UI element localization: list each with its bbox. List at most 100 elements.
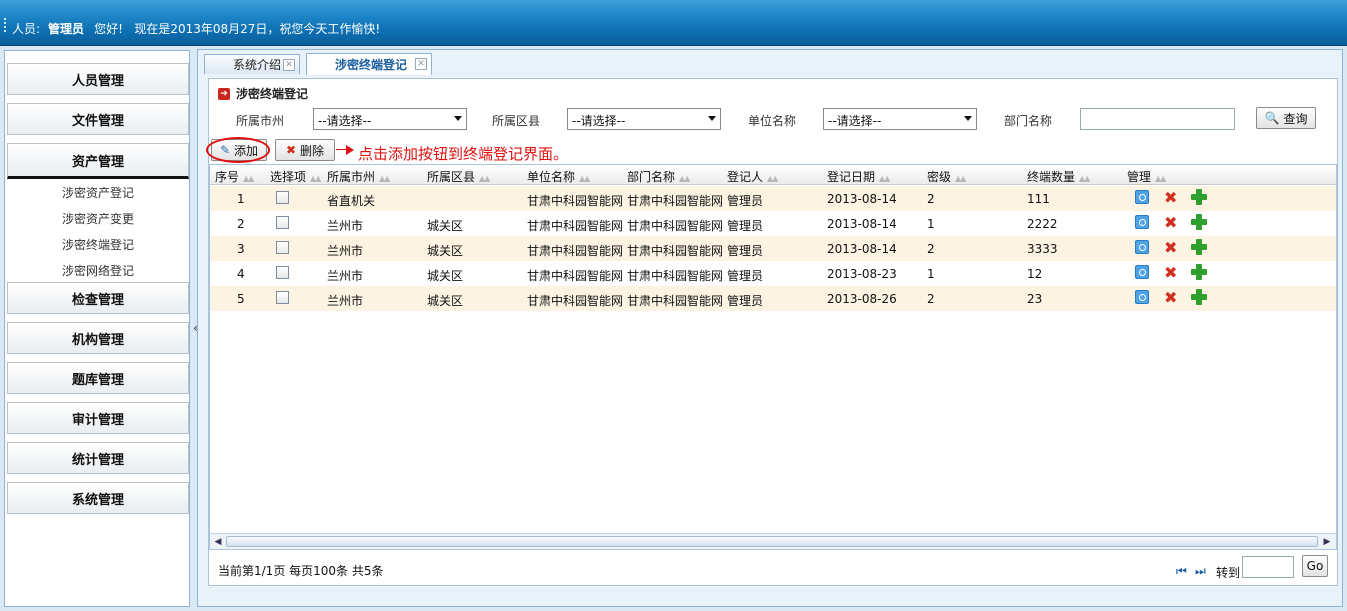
col-header[interactable]: 密级 ▲▲ [927,168,966,185]
col-header[interactable]: 登记日期 ▲▲ [827,168,890,185]
col-header[interactable]: 序号 ▲▲ [215,168,254,185]
add-icon[interactable] [1191,264,1207,280]
welcome-message: 人员: 管理员 您好! 现在是2013年08月27日，祝您今天工作愉快! [12,20,380,37]
col-header[interactable]: 管理 ▲▲ [1127,168,1166,185]
tab-label: 涉密终端登记 [335,58,408,72]
greeting: 您好! [94,22,123,36]
view-icon[interactable] [1135,265,1149,279]
close-icon[interactable]: ✕ [283,59,295,71]
annotation-text: 点击添加按钮到终端登记界面。 [358,145,569,163]
subitem-asset-register[interactable]: 涉密资产登记 [5,184,191,201]
add-icon[interactable] [1191,289,1207,305]
district-select-value: --请选择-- [572,114,626,128]
menu-organization[interactable]: 机构管理 [7,322,189,354]
row-checkbox[interactable] [276,266,289,279]
cell-level: 1 [927,217,935,231]
add-icon[interactable] [1191,239,1207,255]
cell-level: 2 [927,192,935,206]
cell-no: 2 [237,217,245,231]
col-header[interactable]: 登记人 ▲▲ [727,168,778,185]
cell-level: 2 [927,242,935,256]
view-icon[interactable] [1135,240,1149,254]
close-icon[interactable]: ✕ [415,58,427,70]
col-header[interactable]: 终端数量 ▲▲ [1027,168,1090,185]
view-icon[interactable] [1135,290,1149,304]
cell-district: 城关区 [427,219,464,233]
row-checkbox[interactable] [276,191,289,204]
table-row[interactable]: 3 兰州市 城关区 甘肃中科园智能网 甘肃中科园智能网 管理员 2013-08-… [210,236,1336,261]
delete-button[interactable]: ✖ 删除 [275,139,335,161]
last-page-icon[interactable]: ⏭ [1195,564,1206,579]
col-header[interactable]: 部门名称 ▲▲ [627,168,690,185]
add-icon[interactable] [1191,214,1207,230]
menu-inspection[interactable]: 检查管理 [7,282,189,314]
left-sidebar: 人员管理 文件管理 资产管理 涉密资产登记 涉密资产变更 涉密终端登记 涉密网络… [4,50,190,607]
unit-select[interactable]: --请选择-- [823,108,977,130]
menu-audit[interactable]: 审计管理 [7,402,189,434]
cell-date: 2013-08-23 [827,267,897,281]
cell-count: 111 [1027,192,1050,206]
col-header[interactable]: 所属市州 ▲▲ [327,168,390,185]
grid-header: 序号 ▲▲ 选择项 ▲▲ 所属市州 ▲▲ 所属区县 ▲▲ 单位名称 ▲▲ 部门名称 ▲▲ 登… [210,165,1336,185]
delete-icon[interactable]: ✖ [1164,288,1177,307]
first-page-icon[interactable]: ⏮ [1176,564,1187,579]
unit-select-value: --请选择-- [828,114,882,128]
menu-personnel[interactable]: 人员管理 [7,63,189,95]
cell-city: 省直机关 [327,194,376,208]
col-header[interactable]: 单位名称 ▲▲ [527,168,590,185]
query-button[interactable]: 🔍 查询 [1256,107,1316,129]
tab-terminal-register[interactable]: 涉密终端登记 ✕ [306,53,432,75]
cell-registrar: 管理员 [727,269,764,283]
menu-statistics[interactable]: 统计管理 [7,442,189,474]
arrow-icon: ➜ [218,87,230,100]
tab-label: 系统介绍 [233,58,282,72]
district-select[interactable]: --请选择-- [567,108,721,130]
dept-input[interactable] [1080,108,1235,130]
delete-icon[interactable]: ✖ [1164,213,1177,232]
scroll-thumb[interactable] [226,536,1318,547]
goto-page-input[interactable] [1242,556,1294,578]
delete-icon[interactable]: ✖ [1164,188,1177,207]
table-row[interactable]: 4 兰州市 城关区 甘肃中科园智能网 甘肃中科园智能网 管理员 2013-08-… [210,261,1336,286]
table-row[interactable]: 2 兰州市 城关区 甘肃中科园智能网 甘肃中科园智能网 管理员 2013-08-… [210,211,1336,236]
add-icon[interactable] [1191,189,1207,205]
highlight-circle [206,137,270,163]
cell-no: 3 [237,242,245,256]
delete-button-label: 删除 [300,143,325,158]
scroll-left-icon[interactable]: ◀ [211,535,225,549]
city-select-value: --请选择-- [318,114,372,128]
horizontal-scrollbar[interactable]: ◀ ▶ [210,533,1336,549]
menu-system[interactable]: 系统管理 [7,482,189,514]
cell-count: 12 [1027,267,1043,281]
tab-system-intro[interactable]: 系统介绍 ✕ [204,54,300,74]
menu-files[interactable]: 文件管理 [7,103,189,135]
row-checkbox[interactable] [276,291,289,304]
menu-assets[interactable]: 资产管理 [7,143,189,179]
view-icon[interactable] [1135,215,1149,229]
cell-registrar: 管理员 [727,294,764,308]
dept-label: 部门名称 [1004,114,1053,128]
menu-question-bank[interactable]: 题库管理 [7,362,189,394]
delete-icon[interactable]: ✖ [1164,238,1177,257]
view-icon[interactable] [1135,190,1149,204]
go-button[interactable]: Go [1302,555,1328,577]
col-header[interactable]: 选择项 ▲▲ [270,168,321,185]
cell-unit: 甘肃中科园智能网 [527,294,624,308]
cell-city: 兰州市 [327,219,364,233]
subitem-asset-change[interactable]: 涉密资产变更 [5,210,191,227]
table-row[interactable]: 1 省直机关 甘肃中科园智能网 甘肃中科园智能网 管理员 2013-08-14 … [210,186,1336,211]
table-row[interactable]: 5 兰州市 城关区 甘肃中科园智能网 甘肃中科园智能网 管理员 2013-08-… [210,286,1336,311]
city-select[interactable]: --请选择-- [313,108,467,130]
row-checkbox[interactable] [276,241,289,254]
cell-city: 兰州市 [327,269,364,283]
delete-icon[interactable]: ✖ [1164,263,1177,282]
cell-unit: 甘肃中科园智能网 [527,219,624,233]
subitem-terminal-register[interactable]: 涉密终端登记 [5,236,191,253]
col-header[interactable]: 所属区县 ▲▲ [427,168,490,185]
subitem-network-register[interactable]: 涉密网络登记 [5,262,191,279]
cell-city: 兰州市 [327,294,364,308]
scroll-right-icon[interactable]: ▶ [1320,535,1334,549]
cell-unit: 甘肃中科园智能网 [527,269,624,283]
cell-date: 2013-08-14 [827,217,897,231]
row-checkbox[interactable] [276,216,289,229]
